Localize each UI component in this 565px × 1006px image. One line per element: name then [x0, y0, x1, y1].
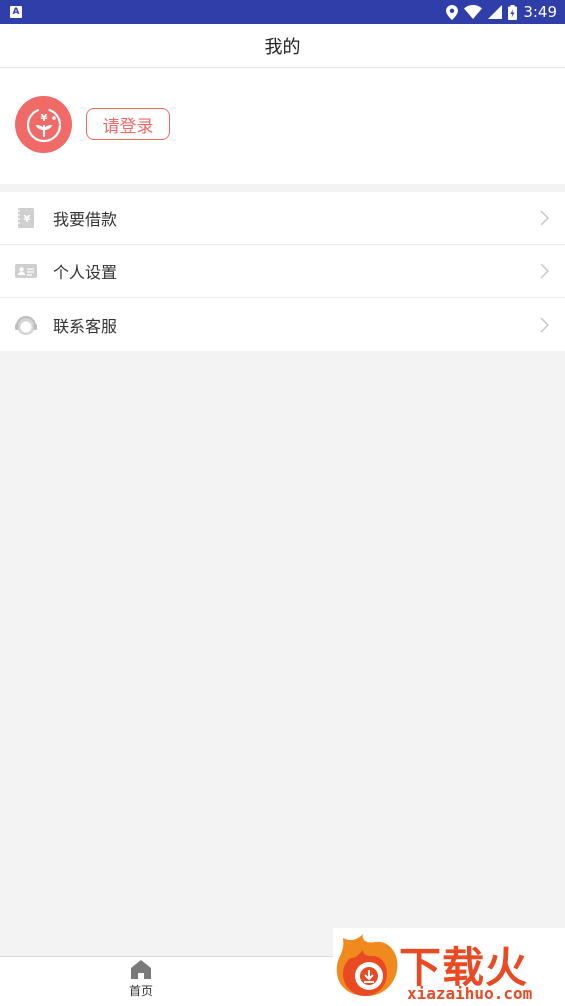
profile-section: ¥ 请登录	[0, 68, 565, 184]
menu-item-label: 联系客服	[53, 316, 118, 336]
page-title: 我的	[264, 36, 301, 58]
status-time: 3:49	[523, 3, 557, 21]
status-bar: A 3:49	[0, 0, 565, 24]
location-icon	[446, 4, 459, 20]
flame-download-logo-icon	[336, 934, 398, 996]
menu-item-customer-service[interactable]: 联系客服	[0, 298, 565, 351]
title-bar: 我的	[0, 24, 565, 68]
home-icon	[131, 960, 151, 979]
svg-text:¥: ¥	[40, 113, 47, 124]
tab-home-label: 首页	[128, 984, 153, 998]
chevron-right-icon	[540, 263, 549, 279]
signal-icon	[488, 5, 503, 19]
id-card-icon	[14, 259, 38, 283]
login-button[interactable]: 请登录	[86, 108, 170, 140]
wifi-icon	[464, 5, 483, 19]
loan-note-icon: ¥	[14, 206, 38, 230]
app-notification-icon: A	[10, 6, 22, 18]
money-sprout-icon: ¥	[26, 107, 61, 142]
svg-text:¥: ¥	[24, 214, 31, 225]
headset-icon	[14, 313, 38, 337]
menu-list: ¥ 我要借款 个人设置 联系客服	[0, 192, 565, 351]
menu-item-label: 个人设置	[53, 263, 118, 282]
tab-home[interactable]: 首页	[115, 959, 167, 1005]
avatar[interactable]: ¥	[15, 96, 72, 153]
watermark-url: xiazaihuo.com	[407, 984, 533, 1003]
chevron-right-icon	[540, 316, 549, 333]
watermark: 下载火 xiazaihuo.com	[333, 928, 565, 1005]
menu-item-loan[interactable]: ¥ 我要借款	[0, 192, 565, 245]
chevron-right-icon	[540, 210, 549, 226]
battery-icon	[508, 4, 518, 20]
menu-item-label: 我要借款	[53, 210, 118, 229]
menu-item-settings[interactable]: 个人设置	[0, 245, 565, 298]
